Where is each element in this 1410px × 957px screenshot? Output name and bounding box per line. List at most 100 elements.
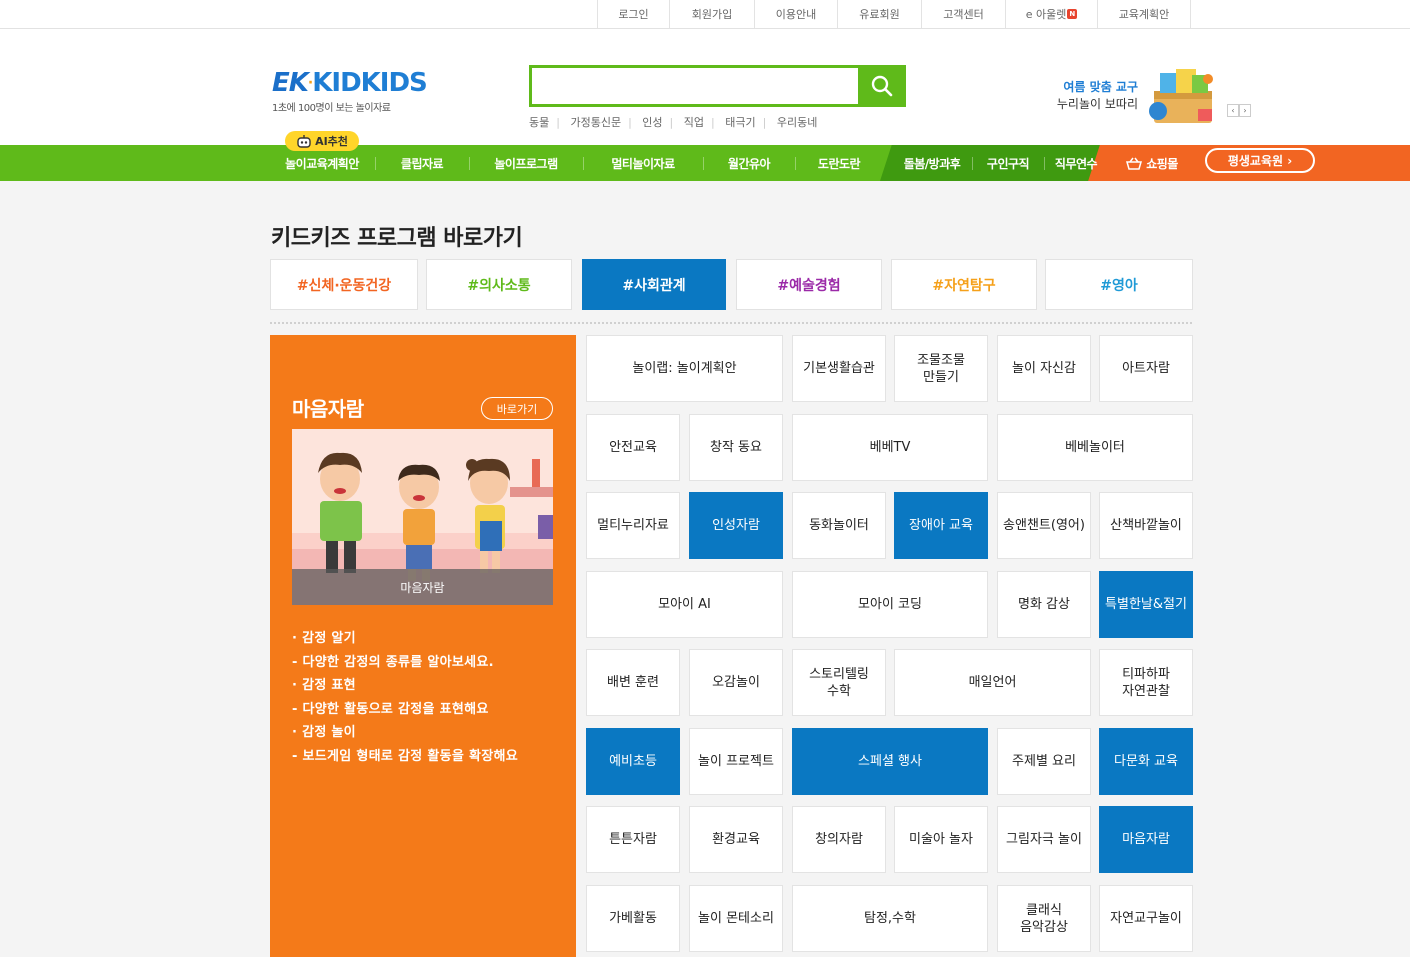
program-tile[interactable]: 모아이 코딩 — [792, 571, 988, 638]
main-nav: 놀이교육계획안 클립자료 놀이프로그램 멀티놀이자료 월간유아 도란도란 돌봄/… — [0, 145, 1410, 181]
panel-thumbnail[interactable]: 마음자람 — [292, 429, 553, 605]
tab-art[interactable]: #예술경험 — [736, 259, 882, 310]
promo-toy-box-image[interactable] — [1146, 65, 1222, 127]
program-tile[interactable]: 놀이 자신감 — [997, 335, 1091, 402]
program-tile[interactable]: 환경교육 — [689, 806, 783, 873]
desc-line: · 감정 놀이 — [292, 725, 356, 740]
divider-dotted — [270, 322, 1192, 324]
nav-play-program[interactable]: 놀이프로그램 — [470, 145, 582, 181]
outlet-label: e 아울렛 — [1025, 8, 1067, 21]
ai-recommend-badge[interactable]: AI추천 — [285, 131, 359, 151]
popular-keywords: 동물 | 가정통신문 | 인성 | 직업 | 태극기 | 우리동네 — [529, 114, 818, 130]
desc-line: - 다양한 활동으로 감정을 표현해요 — [292, 701, 489, 717]
program-tile[interactable]: 인성자람 — [689, 492, 783, 559]
program-tile[interactable]: 탐정,수학 — [792, 885, 988, 952]
program-tile[interactable]: 배변 훈련 — [586, 649, 680, 716]
program-tile[interactable]: 놀이 몬테소리 — [689, 885, 783, 952]
program-tile[interactable]: 튼튼자람 — [586, 806, 680, 873]
nav-shop-label: 쇼핑몰 — [1146, 156, 1178, 171]
program-tile[interactable]: 클래식 음악감상 — [997, 885, 1091, 952]
nav-monthly[interactable]: 월간유아 — [704, 145, 794, 181]
signup-link[interactable]: 회원가입 — [669, 0, 754, 28]
keyword-link[interactable]: 우리동네 — [777, 114, 817, 130]
nav-shop[interactable]: 쇼핑몰 — [1120, 145, 1184, 181]
program-tile[interactable]: 스토리텔링 수학 — [792, 649, 886, 716]
program-tile[interactable]: 오감놀이 — [689, 649, 783, 716]
program-tile[interactable]: 주제별 요리 — [997, 728, 1091, 795]
desc-line: · 감정 표현 — [292, 678, 356, 693]
customer-center-link[interactable]: 고객센터 — [921, 0, 1005, 28]
program-tile[interactable]: 자연교구놀이 — [1099, 885, 1193, 952]
login-link[interactable]: 로그인 — [597, 0, 669, 28]
program-tile[interactable]: 특별한날&절기 — [1099, 571, 1193, 638]
site-logo[interactable]: EK·KIDKIDS 1초에 100명이 보는 놀이자료 — [272, 69, 428, 114]
nav-multi-play[interactable]: 멀티놀이자료 — [584, 145, 702, 181]
keyword-link[interactable]: 태극기 — [725, 114, 755, 130]
new-badge: N — [1067, 9, 1078, 19]
desc-line: - 다양한 감정의 종류를 알아보세요. — [292, 654, 494, 670]
thumbnail-caption: 마음자람 — [292, 569, 553, 605]
program-tile[interactable]: 창작 동요 — [689, 414, 783, 481]
program-tile[interactable]: 창의자람 — [792, 806, 886, 873]
robot-icon — [297, 135, 311, 148]
nav-doran[interactable]: 도란도란 — [796, 145, 882, 181]
program-tile[interactable]: 매일언어 — [894, 649, 1091, 716]
program-tile[interactable]: 산책바깥놀이 — [1099, 492, 1193, 559]
program-tile[interactable]: 마음자람 — [1099, 806, 1193, 873]
promo-prev-button[interactable]: ‹ — [1227, 104, 1239, 117]
nav-jobs[interactable]: 구인구직 — [973, 145, 1043, 181]
nav-care[interactable]: 돌봄/방과후 — [893, 145, 971, 181]
program-tile[interactable]: 다문화 교육 — [1099, 728, 1193, 795]
promo-nav: ‹ › — [1227, 104, 1251, 117]
guide-link[interactable]: 이용안내 — [754, 0, 837, 28]
edu-plan-link[interactable]: 교육계획안 — [1097, 0, 1191, 28]
keyword-link[interactable]: 가정통신문 — [570, 114, 621, 130]
keyword-link[interactable]: 인성 — [642, 114, 662, 130]
search-icon — [871, 75, 893, 97]
outlet-link[interactable]: e 아울렛 N — [1005, 0, 1097, 28]
program-tile[interactable]: 동화놀이터 — [792, 492, 886, 559]
tab-nature[interactable]: #자연탐구 — [891, 259, 1037, 310]
panel-go-button[interactable]: 바로가기 — [481, 397, 553, 420]
program-tile[interactable]: 명화 감상 — [997, 571, 1091, 638]
tab-social[interactable]: #사회관계 — [582, 259, 726, 310]
program-tile[interactable]: 기본생활습관 — [792, 335, 886, 402]
program-tile[interactable]: 그림자극 놀이 — [997, 806, 1091, 873]
program-tile[interactable]: 티파하파 자연관찰 — [1099, 649, 1193, 716]
program-tile[interactable]: 미술아 놀자 — [894, 806, 988, 873]
keyword-link[interactable]: 동물 — [529, 114, 549, 130]
keyword-link[interactable]: 직업 — [684, 114, 704, 130]
program-tile[interactable]: 장애아 교육 — [894, 492, 988, 559]
title-bold: 프로그램 바로가기 — [357, 226, 523, 251]
program-tile[interactable]: 멀티누리자료 — [586, 492, 680, 559]
program-tile[interactable]: 예비초등 — [586, 728, 680, 795]
program-tile[interactable]: 놀이랩: 놀이계획안 — [586, 335, 783, 402]
promo-next-button[interactable]: › — [1239, 104, 1251, 117]
paid-member-link[interactable]: 유료회원 — [837, 0, 921, 28]
panel-title: 마음자람 — [292, 397, 364, 421]
program-tile[interactable]: 베베TV — [792, 414, 988, 481]
program-tile[interactable]: 송앤챈트(영어) — [997, 492, 1091, 559]
program-tile[interactable]: 가베활동 — [586, 885, 680, 952]
program-tile[interactable]: 아트자람 — [1099, 335, 1193, 402]
site-header: EK·KIDKIDS 1초에 100명이 보는 놀이자료 동물 | 가정통신문 | … — [0, 29, 1410, 145]
featured-program-panel: 마음자람 바로가기 마음자람 · 감정 알기 - 다양한 감정의 종류를 알아보… — [270, 335, 576, 957]
promo-line-2: 누리놀이 보따리 — [1056, 97, 1138, 111]
program-tile[interactable]: 놀이 프로젝트 — [689, 728, 783, 795]
program-tile[interactable]: 모아이 AI — [586, 571, 783, 638]
nav-training[interactable]: 직무연수 — [1045, 145, 1107, 181]
program-tile[interactable]: 조물조물 만들기 — [894, 335, 988, 402]
panel-description: · 감정 알기 - 다양한 감정의 종류를 알아보세요. · 감정 표현 - 다… — [292, 627, 554, 768]
nav-clip[interactable]: 클립자료 — [376, 145, 468, 181]
promo-line-1: 여름 맞춤 교구 — [1063, 80, 1138, 94]
search-input[interactable] — [532, 68, 858, 104]
tab-infant[interactable]: #영아 — [1045, 259, 1193, 310]
program-tile[interactable]: 안전교육 — [586, 414, 680, 481]
lifelong-edu-button[interactable]: 평생교육원 › — [1205, 148, 1315, 173]
program-tile[interactable]: 스페셜 행사 — [792, 728, 988, 795]
search-button[interactable] — [858, 65, 906, 107]
tab-communication[interactable]: #의사소통 — [426, 259, 572, 310]
program-tile[interactable]: 베베놀이터 — [997, 414, 1193, 481]
tab-physical[interactable]: #신체·운동건강 — [270, 259, 418, 310]
promo-banner-text[interactable]: 여름 맞춤 교구 누리놀이 보따리 — [1030, 79, 1138, 113]
